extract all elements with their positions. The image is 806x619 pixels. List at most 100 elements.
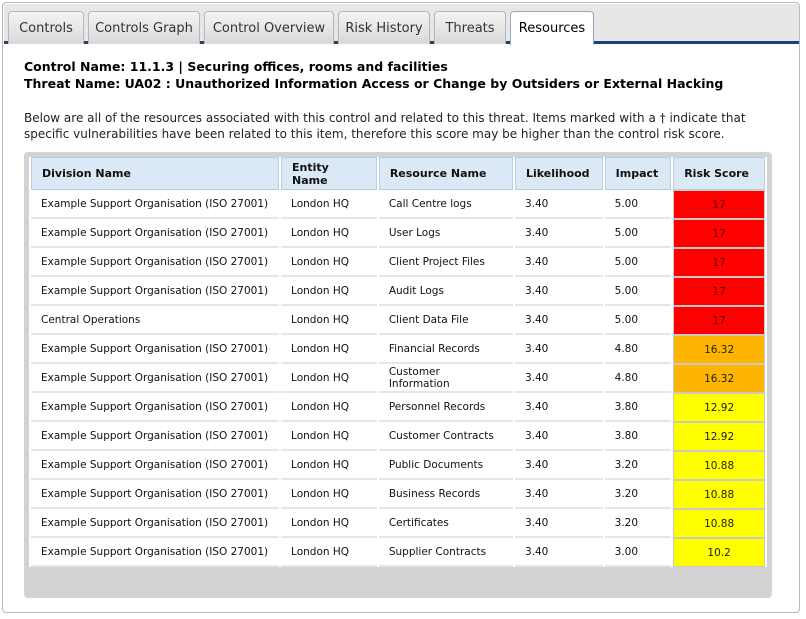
division-cell: Example Support Organisation (ISO 27001) <box>31 451 280 480</box>
table-body: Example Support Organisation (ISO 27001)… <box>31 190 765 567</box>
resource-cell: Business Records <box>378 480 513 509</box>
impact-cell: 4.80 <box>604 335 672 364</box>
likelihood-cell: 3.40 <box>514 538 603 567</box>
impact-cell: 3.00 <box>604 538 672 567</box>
tab-resources[interactable]: Resources <box>510 11 594 45</box>
division-cell: Example Support Organisation (ISO 27001) <box>31 480 280 509</box>
likelihood-cell: 3.40 <box>514 306 603 335</box>
table-row[interactable]: Example Support Organisation (ISO 27001)… <box>31 480 765 509</box>
risk-score-cell: 17 <box>673 190 765 219</box>
resource-cell: Client Project Files <box>378 248 513 277</box>
likelihood-cell: 3.40 <box>514 509 603 538</box>
entity-cell: London HQ <box>281 538 377 567</box>
table-row[interactable]: Example Support Organisation (ISO 27001)… <box>31 393 765 422</box>
col-division-name[interactable]: Division Name <box>31 157 280 190</box>
risk-score-cell: 17 <box>673 248 765 277</box>
impact-cell: 5.00 <box>604 277 672 306</box>
likelihood-cell: 3.40 <box>514 219 603 248</box>
col-impact[interactable]: Impact <box>604 157 672 190</box>
risk-score-cell: 17 <box>673 277 765 306</box>
entity-cell: London HQ <box>281 277 377 306</box>
resource-cell: Supplier Contracts <box>378 538 513 567</box>
table-row[interactable]: Example Support Organisation (ISO 27001)… <box>31 509 765 538</box>
likelihood-cell: 3.40 <box>514 364 603 393</box>
resource-cell: User Logs <box>378 219 513 248</box>
resource-cell: Financial Records <box>378 335 513 364</box>
likelihood-cell: 3.40 <box>514 277 603 306</box>
tab-risk-history[interactable]: Risk History <box>338 11 430 44</box>
risk-score-cell: 10.2 <box>673 538 765 567</box>
impact-cell: 3.80 <box>604 393 672 422</box>
resource-cell: Client Data File <box>378 306 513 335</box>
division-cell: Example Support Organisation (ISO 27001) <box>31 538 280 567</box>
impact-cell: 4.80 <box>604 364 672 393</box>
likelihood-cell: 3.40 <box>514 335 603 364</box>
table-row[interactable]: Example Support Organisation (ISO 27001)… <box>31 219 765 248</box>
col-entity-name[interactable]: Entity Name <box>281 157 377 190</box>
table-row[interactable]: Example Support Organisation (ISO 27001)… <box>31 335 765 364</box>
table-header-row: Division Name Entity Name Resource Name … <box>31 157 765 190</box>
impact-cell: 3.20 <box>604 480 672 509</box>
division-cell: Example Support Organisation (ISO 27001) <box>31 335 280 364</box>
entity-cell: London HQ <box>281 335 377 364</box>
division-cell: Example Support Organisation (ISO 27001) <box>31 248 280 277</box>
col-resource-name[interactable]: Resource Name <box>378 157 513 190</box>
table-row[interactable]: Example Support Organisation (ISO 27001)… <box>31 248 765 277</box>
division-cell: Example Support Organisation (ISO 27001) <box>31 190 280 219</box>
table-row[interactable]: Example Support Organisation (ISO 27001)… <box>31 422 765 451</box>
resources-table-panel: Division Name Entity Name Resource Name … <box>24 152 772 598</box>
control-name: Control Name: 11.1.3 | Securing offices,… <box>24 59 448 74</box>
threat-name: Threat Name: UA02 : Unauthorized Informa… <box>24 76 724 91</box>
division-cell: Example Support Organisation (ISO 27001) <box>31 219 280 248</box>
likelihood-cell: 3.40 <box>514 393 603 422</box>
risk-score-cell: 16.32 <box>673 364 765 393</box>
impact-cell: 3.20 <box>604 509 672 538</box>
table-row[interactable]: Example Support Organisation (ISO 27001)… <box>31 538 765 567</box>
table-row[interactable]: Example Support Organisation (ISO 27001)… <box>31 277 765 306</box>
risk-score-cell: 10.88 <box>673 480 765 509</box>
table-row[interactable]: Central Operations London HQ Client Data F… <box>31 306 765 335</box>
risk-score-cell: 12.92 <box>673 422 765 451</box>
likelihood-cell: 3.40 <box>514 190 603 219</box>
entity-cell: London HQ <box>281 190 377 219</box>
entity-cell: London HQ <box>281 451 377 480</box>
col-risk-score[interactable]: Risk Score <box>673 157 765 190</box>
division-cell: Example Support Organisation (ISO 27001) <box>31 422 280 451</box>
table-row[interactable]: Example Support Organisation (ISO 27001)… <box>31 190 765 219</box>
entity-cell: London HQ <box>281 248 377 277</box>
tab-controls[interactable]: Controls <box>8 11 84 44</box>
resource-cell: Call Centre logs <box>378 190 513 219</box>
impact-cell: 5.00 <box>604 219 672 248</box>
likelihood-cell: 3.40 <box>514 480 603 509</box>
description: Below are all of the resources associate… <box>24 111 746 141</box>
col-likelihood[interactable]: Likelihood <box>514 157 603 190</box>
entity-cell: London HQ <box>281 219 377 248</box>
division-cell: Central Operations <box>31 306 280 335</box>
risk-score-cell: 10.88 <box>673 451 765 480</box>
division-cell: Example Support Organisation (ISO 27001) <box>31 393 280 422</box>
content-header: Control Name: 11.1.3 | Securing offices,… <box>24 58 784 142</box>
division-cell: Example Support Organisation (ISO 27001) <box>31 277 280 306</box>
resource-cell: Personnel Records <box>378 393 513 422</box>
likelihood-cell: 3.40 <box>514 422 603 451</box>
entity-cell: London HQ <box>281 480 377 509</box>
impact-cell: 5.00 <box>604 306 672 335</box>
tab-threats[interactable]: Threats <box>434 11 506 44</box>
impact-cell: 3.20 <box>604 451 672 480</box>
tab-controls-graph[interactable]: Controls Graph <box>88 11 200 44</box>
table-row[interactable]: Example Support Organisation (ISO 27001)… <box>31 364 765 393</box>
tab-control-overview[interactable]: Control Overview <box>204 11 334 44</box>
likelihood-cell: 3.40 <box>514 451 603 480</box>
risk-score-cell: 12.92 <box>673 393 765 422</box>
impact-cell: 5.00 <box>604 248 672 277</box>
table-row[interactable]: Example Support Organisation (ISO 27001)… <box>31 451 765 480</box>
entity-cell: London HQ <box>281 364 377 393</box>
risk-score-cell: 16.32 <box>673 335 765 364</box>
impact-cell: 5.00 <box>604 190 672 219</box>
impact-cell: 3.80 <box>604 422 672 451</box>
resource-cell: Customer Information <box>378 364 513 393</box>
resources-table: Division Name Entity Name Resource Name … <box>29 157 767 567</box>
resource-cell: Audit Logs <box>378 277 513 306</box>
risk-score-cell: 10.88 <box>673 509 765 538</box>
risk-score-cell: 17 <box>673 306 765 335</box>
